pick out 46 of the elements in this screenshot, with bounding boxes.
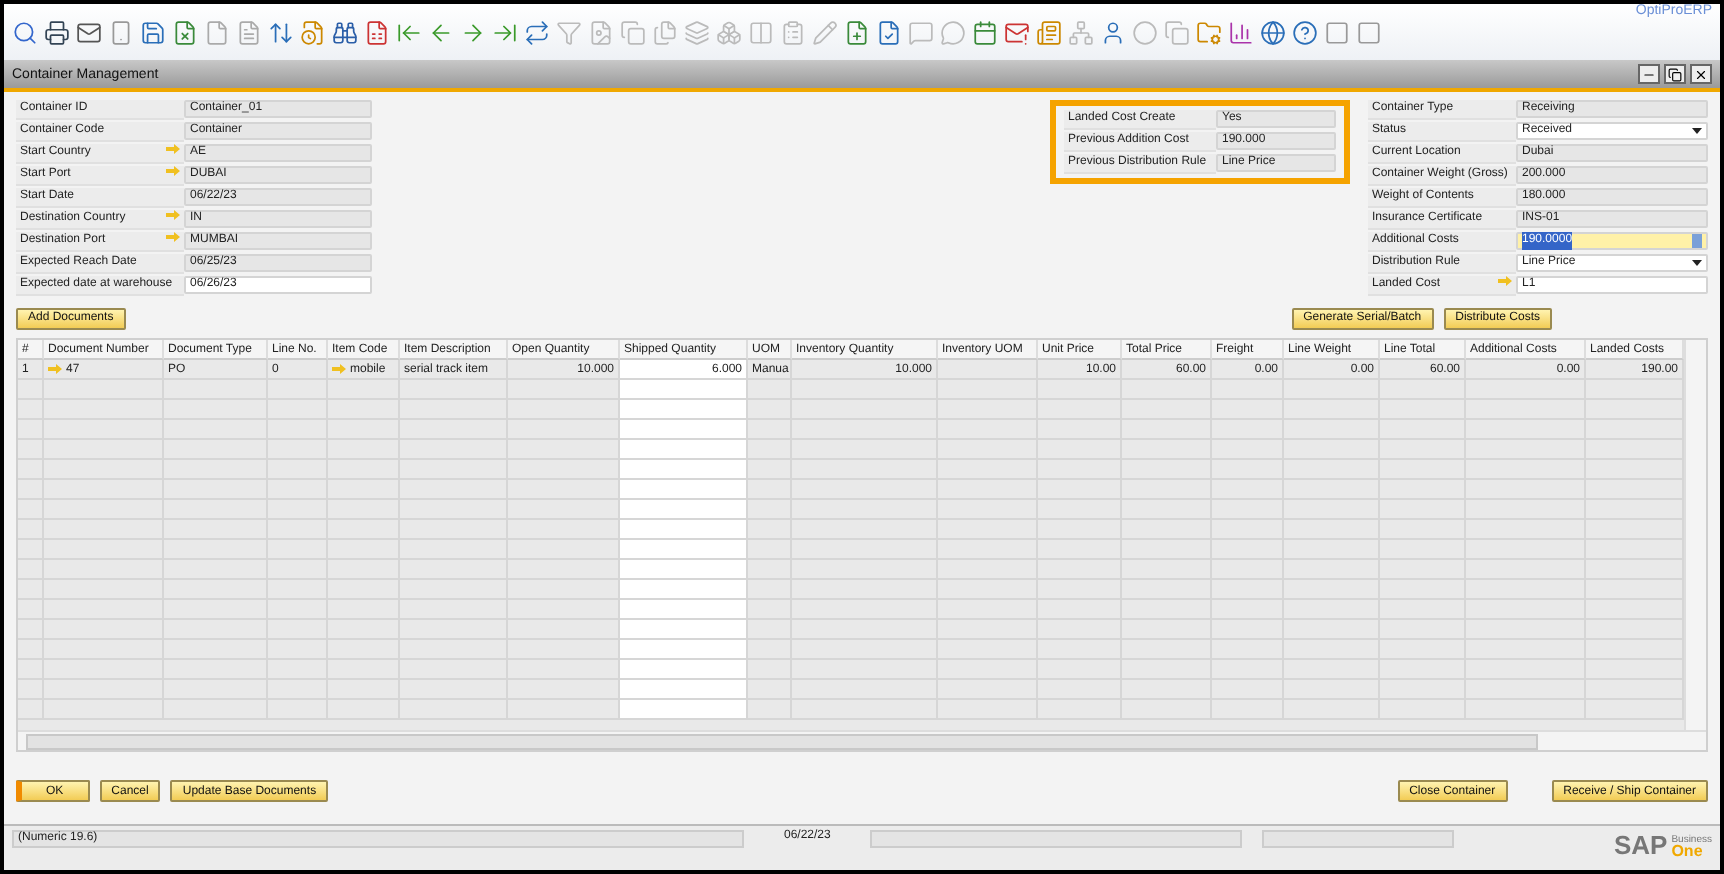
dropdown-caret-icon[interactable] [1692,128,1702,134]
logo-text: One [1671,845,1704,857]
document-check-icon[interactable] [876,19,902,45]
copy-icon[interactable] [1164,19,1190,45]
close-icon [1694,67,1708,81]
dropdown-caret-icon[interactable] [1692,260,1702,266]
next-icon[interactable] [460,19,486,45]
restore-icon [1668,67,1682,81]
link-arrow-icon[interactable] [1498,276,1512,286]
document-plus-icon[interactable] [844,19,870,45]
user-icon[interactable] [1100,19,1126,45]
boxes-icon[interactable] [716,19,742,45]
chart-icon[interactable] [1228,19,1254,45]
document-icon[interactable] [364,19,390,45]
message-icon[interactable] [940,19,966,45]
save-icon[interactable] [140,19,166,45]
list-icon[interactable] [780,19,806,45]
horizontal-scrollbar[interactable] [18,730,1706,750]
columns-icon[interactable] [748,19,774,45]
close-button[interactable] [1690,64,1712,84]
document-clock-icon[interactable] [300,19,326,45]
document-x-icon[interactable] [172,19,198,45]
printer-icon[interactable] [44,19,70,45]
minimize-button[interactable] [1638,64,1660,84]
refresh-icon[interactable] [524,19,550,45]
mail-icon[interactable] [1004,19,1030,45]
help-icon[interactable] [1292,19,1318,45]
first-icon[interactable] [396,19,422,45]
restore-button[interactable] [1664,64,1686,84]
globe-icon[interactable] [1260,19,1286,45]
document-icon[interactable] [204,19,230,45]
document-text-icon[interactable] [236,19,262,45]
calendar-icon[interactable] [972,19,998,45]
last-icon[interactable] [492,19,518,45]
pencil-icon[interactable] [812,19,838,45]
binoculars-icon[interactable] [332,19,358,45]
mail-icon[interactable] [76,19,102,45]
search-icon[interactable] [12,19,38,45]
folder-icon[interactable] [1196,19,1222,45]
previous-icon[interactable] [428,19,454,45]
copy-icon[interactable] [620,19,646,45]
arrows-icon[interactable] [268,19,294,45]
vertical-scrollbar[interactable] [1684,340,1706,730]
logo-text: SAP [1613,830,1668,860]
layers-icon[interactable] [684,19,710,45]
documents-icon[interactable] [652,19,678,45]
